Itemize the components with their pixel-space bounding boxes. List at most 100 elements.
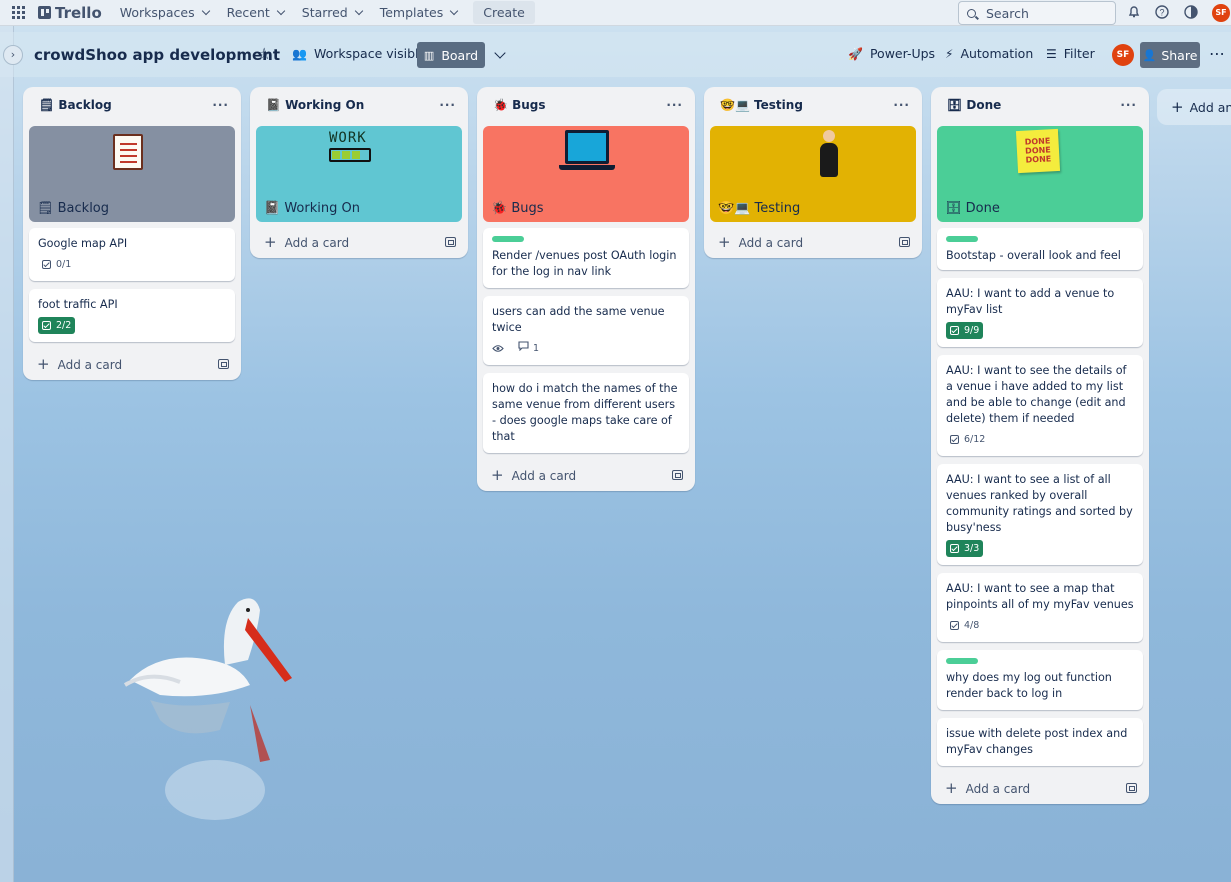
automation-button[interactable]: ⚡ Automation <box>945 46 1033 61</box>
automation-label: Automation <box>960 46 1034 61</box>
list-card[interactable]: Bootstap - overall look and feel <box>937 228 1143 270</box>
search-icon <box>967 8 976 18</box>
list-title[interactable]: 📓 Working On <box>266 98 364 112</box>
cover-card-title: 🗄 Done <box>945 201 1000 216</box>
power-ups-button[interactable]: 🚀 Power-Ups <box>848 46 935 61</box>
plus-icon: + <box>264 233 277 251</box>
card-badges: 1 <box>492 340 680 357</box>
watching-icon <box>492 340 508 357</box>
checklist-count: 0/1 <box>56 258 72 270</box>
collapsed-sidebar <box>0 26 14 882</box>
workspaces-menu[interactable]: Workspaces <box>120 5 210 20</box>
cover-card[interactable]: 🗒 Backlog <box>29 126 235 222</box>
green-label[interactable] <box>946 658 978 664</box>
battery-icon <box>329 148 371 162</box>
checklist-icon <box>950 544 959 553</box>
starred-menu[interactable]: Starred <box>302 5 363 20</box>
list-card[interactable]: how do i match the names of the same ven… <box>483 373 689 453</box>
account-avatar[interactable]: SF <box>1212 4 1230 22</box>
list-actions-icon[interactable]: ··· <box>893 98 910 112</box>
list-card[interactable]: users can add the same venue twice 1 <box>483 296 689 365</box>
list-card[interactable]: AAU: I want to see a map that pinpoints … <box>937 573 1143 642</box>
plus-icon: + <box>718 233 731 251</box>
list-card[interactable]: why does my log out function render back… <box>937 650 1143 710</box>
checklist-count: 9/9 <box>964 324 980 336</box>
templates-menu[interactable]: Templates <box>379 5 459 20</box>
templates-label: Templates <box>379 5 444 20</box>
list-actions-icon[interactable]: ··· <box>439 98 456 112</box>
checklist-icon <box>42 260 51 269</box>
help-icon[interactable]: ? <box>1154 5 1170 21</box>
checklist-count: 2/2 <box>56 319 72 331</box>
list-actions-icon[interactable]: ··· <box>666 98 683 112</box>
share-label: Share <box>1161 47 1198 63</box>
add-card-button[interactable]: + Add a card <box>704 226 922 258</box>
cover-card[interactable]: WORK 📓 Working On <box>256 126 462 222</box>
expand-sidebar-icon[interactable]: › <box>3 45 23 65</box>
share-button[interactable]: 👤 Share <box>1140 42 1200 68</box>
card-title: foot traffic API <box>38 298 118 311</box>
cover-card[interactable]: 🤓💻 Testing <box>710 126 916 222</box>
add-list-button[interactable]: + Add ano <box>1157 89 1231 125</box>
star-icon[interactable]: ☆ <box>257 44 271 63</box>
card-badges: 3/3 <box>946 540 1134 557</box>
list-card[interactable]: foot traffic API 2/2 <box>29 289 235 342</box>
checklist-count: 4/8 <box>964 619 980 631</box>
cover-card-title: 📓 Working On <box>264 201 360 216</box>
card-badges: 0/1 <box>38 256 226 273</box>
work-sketch-text: WORK <box>329 130 367 146</box>
card-template-icon[interactable] <box>672 470 683 480</box>
add-card-label: Add a card <box>57 358 123 372</box>
search-input[interactable]: Search <box>958 1 1116 25</box>
list-actions-icon[interactable]: ··· <box>212 98 229 112</box>
add-card-label: Add a card <box>965 782 1031 796</box>
card-template-icon[interactable] <box>445 237 456 247</box>
more-options-icon[interactable]: ⋯ <box>1209 44 1226 63</box>
visibility-button[interactable]: 👥 Workspace visible <box>292 46 426 61</box>
svg-text:?: ? <box>1159 8 1164 18</box>
list-card[interactable]: AAU: I want to see the details of a venu… <box>937 355 1143 456</box>
checklist-badge-complete: 3/3 <box>946 540 984 557</box>
cover-card-title: 🗒 Backlog <box>37 201 110 216</box>
list-actions-icon[interactable]: ··· <box>1120 98 1137 112</box>
card-template-icon[interactable] <box>1126 783 1137 793</box>
board-view-button[interactable]: ▥ Board <box>417 42 485 68</box>
laptop-icon <box>565 130 609 164</box>
list-card[interactable]: issue with delete post index and myFav c… <box>937 718 1143 766</box>
chevron-down-icon <box>276 6 286 16</box>
add-card-button[interactable]: + Add a card <box>477 459 695 491</box>
add-card-button[interactable]: + Add a card <box>250 226 468 258</box>
add-card-button[interactable]: + Add a card <box>23 348 241 380</box>
card-title: Bootstap - overall look and feel <box>946 249 1121 262</box>
add-card-button[interactable]: + Add a card <box>931 772 1149 804</box>
create-button[interactable]: Create <box>473 1 535 24</box>
list-title[interactable]: 🗄 Done <box>947 98 1001 112</box>
board-title[interactable]: crowdShoo app development <box>34 46 280 64</box>
member-avatar[interactable]: SF <box>1112 44 1134 66</box>
list-title[interactable]: 🐞 Bugs <box>493 98 546 112</box>
cover-card[interactable]: 🐞 Bugs <box>483 126 689 222</box>
cover-card[interactable]: DONE DONE DONE 🗄 Done <box>937 126 1143 222</box>
list-card[interactable]: Render /venues post OAuth login for the … <box>483 228 689 288</box>
green-label[interactable] <box>492 236 524 242</box>
recent-menu[interactable]: Recent <box>227 5 286 20</box>
green-label[interactable] <box>946 236 978 242</box>
list-title[interactable]: 🗒 Backlog <box>39 98 112 112</box>
list-title[interactable]: 🤓💻 Testing <box>720 98 803 112</box>
filter-button[interactable]: ☰ Filter <box>1046 46 1095 61</box>
person-figure-image <box>818 130 840 178</box>
list-card[interactable]: AAU: I want to add a venue to myFav list… <box>937 278 1143 347</box>
theme-toggle-icon[interactable] <box>1183 5 1199 21</box>
comment-icon <box>518 340 529 357</box>
add-list-label: Add ano <box>1189 99 1231 115</box>
card-template-icon[interactable] <box>899 237 910 247</box>
pelican-background-image <box>123 598 292 820</box>
trello-logo[interactable]: Trello <box>38 4 102 22</box>
list-card[interactable]: Google map API 0/1 <box>29 228 235 281</box>
notifications-icon[interactable] <box>1126 5 1142 21</box>
comments-count: 1 <box>533 342 540 354</box>
list-card[interactable]: AAU: I want to see a list of all venues … <box>937 464 1143 565</box>
card-template-icon[interactable] <box>218 359 229 369</box>
card-title: Render /venues post OAuth login for the … <box>492 249 677 278</box>
app-switcher-icon[interactable] <box>12 5 26 20</box>
